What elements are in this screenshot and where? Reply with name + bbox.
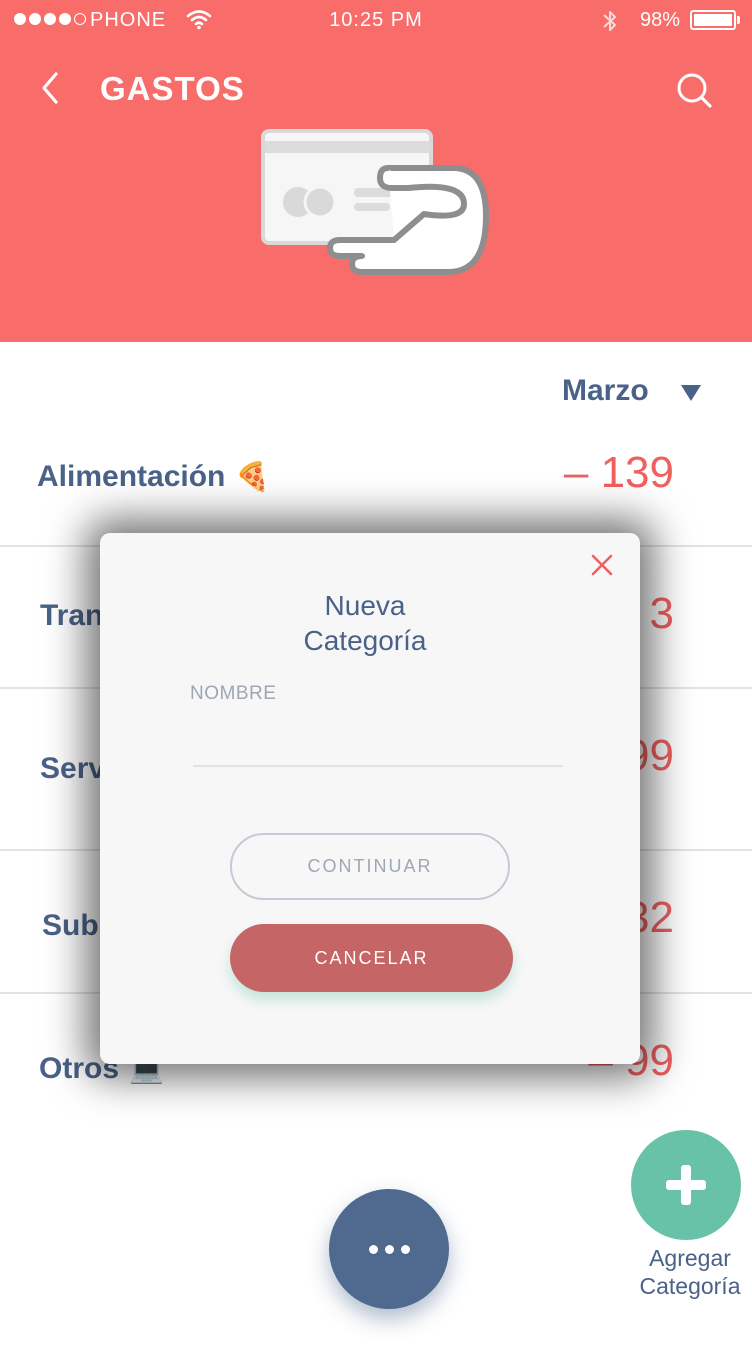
category-label: Alimentación 🍕: [37, 460, 271, 493]
caret-down-icon[interactable]: [680, 384, 702, 402]
battery-percent: 98%: [640, 9, 681, 31]
status-bar: PHONE 10:25 PM 98%: [0, 0, 752, 42]
dialog-title: Nueva Categoría: [303, 590, 427, 656]
category-row-alimentacion[interactable]: Alimentación 🍕 – 139: [0, 440, 752, 545]
category-label: Tran: [40, 599, 104, 632]
category-amount: 3: [649, 589, 674, 638]
chevron-left-icon[interactable]: [36, 70, 70, 106]
search-icon[interactable]: [674, 70, 714, 110]
add-category-label: Agregar Categoría: [639, 1245, 741, 1299]
page-title: GASTOS: [100, 70, 245, 107]
card-payment-hand-icon: [261, 129, 489, 275]
name-field[interactable]: [193, 723, 563, 767]
month-selector[interactable]: Marzo: [562, 374, 649, 408]
category-amount: – 139: [563, 448, 674, 497]
category-label: Serv: [40, 752, 106, 785]
pizza-icon: 🍕: [235, 461, 271, 492]
new-category-dialog: Nueva Categoría NOMBRE CONTINUAR CANCELAR: [100, 533, 640, 1064]
cancel-button[interactable]: CANCELAR: [230, 924, 513, 992]
more-options-button[interactable]: [329, 1189, 449, 1309]
app-header: PHONE 10:25 PM 98% GASTOS: [0, 0, 752, 342]
battery-icon: [690, 10, 736, 30]
more-dots-icon: [368, 1244, 378, 1254]
add-category-button[interactable]: [631, 1130, 741, 1240]
name-field-label: NOMBRE: [190, 683, 277, 704]
close-icon[interactable]: [588, 551, 616, 579]
bluetooth-icon: [603, 11, 616, 31]
continue-button[interactable]: CONTINUAR: [230, 833, 510, 900]
